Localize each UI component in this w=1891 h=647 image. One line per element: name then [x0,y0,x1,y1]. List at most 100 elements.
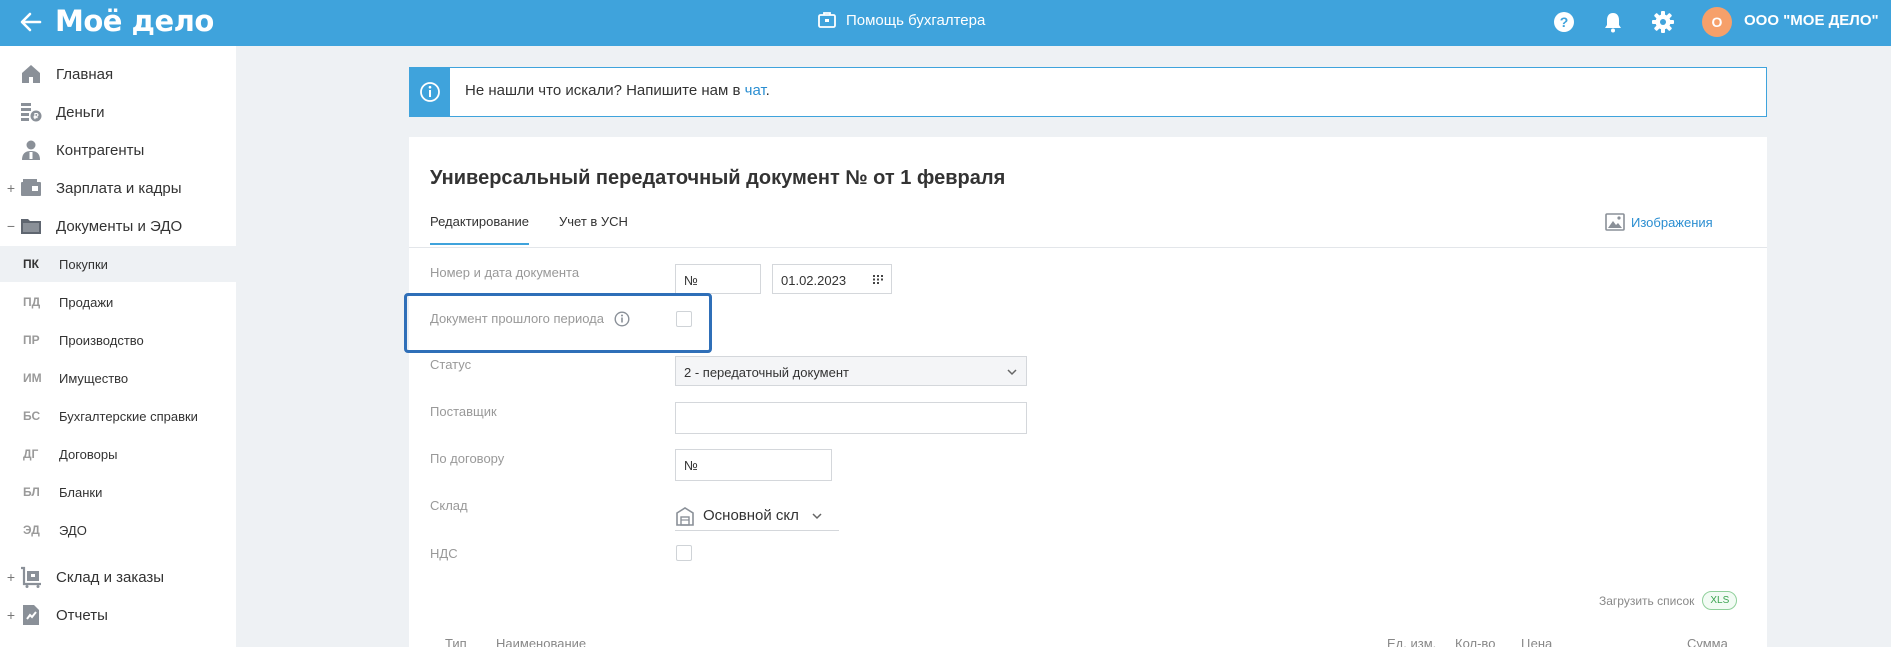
page-title: Универсальный передаточный документ № от… [430,167,1006,189]
chat-link[interactable]: чат [745,82,766,99]
banner-period: . [765,82,770,99]
collapse-icon[interactable]: − [5,218,17,234]
sidebar-item-label: Отчеты [56,606,108,624]
sub-item-label: Покупки [59,256,108,272]
contract-input[interactable]: № [675,449,832,481]
chevron-down-icon [1007,369,1017,376]
top-bar: Моё дело Помощь бухгалтера ? О ООО "МОЕ [0,0,1891,46]
sidebar: Главная ₽ Деньги Контрагенты + Зарплата … [0,46,236,647]
table-header-name: Наименование [496,636,587,647]
status-select-value: 2 - передаточный документ [684,365,849,380]
tabs-divider [409,247,1767,248]
chevron-down-icon [812,512,822,519]
folder-icon [21,219,41,234]
supplier-input[interactable] [675,402,1027,434]
contractor-icon [22,140,40,160]
banner-text: Не нашли что искали? Напишите нам в чат. [465,82,770,99]
accountant-help-label: Помощь бухгалтера [846,11,986,29]
upload-list-label: Загрузить список [1599,593,1695,608]
sidebar-item-label: Документы и ЭДО [56,217,183,235]
status-select[interactable]: 2 - передаточный документ [675,356,1027,386]
sidebar-item-salary[interactable]: + Зарплата и кадры [0,170,236,206]
tab-editing[interactable]: Редактирование [430,214,530,245]
table-header-price: Цена [1521,636,1553,647]
sidebar-item-label: Главная [56,65,114,83]
sidebar-subitem-sales[interactable]: ПД Продажи [0,284,236,320]
images-link-label: Изображения [1631,214,1713,230]
expand-icon[interactable]: + [5,180,17,196]
table-header-sum: Сумма [1687,636,1728,647]
sidebar-subitem-contracts[interactable]: ДГ Договоры [0,436,236,472]
sidebar-item-label: Контрагенты [56,141,145,159]
supplier-label: Поставщик [430,404,497,419]
back-arrow-icon[interactable] [18,9,44,35]
sidebar-item-documents[interactable]: − Документы и ЭДО [0,208,236,244]
bell-icon[interactable] [1601,10,1625,34]
images-link[interactable]: Изображения [1605,213,1713,231]
help-icon[interactable]: ? [1552,10,1576,34]
sidebar-item-money[interactable]: ₽ Деньги [0,94,236,130]
sub-item-label: Бухгалтерские справки [59,408,198,424]
warehouse-value: Основной скл [703,507,799,524]
sidebar-subitem-accounting-notes[interactable]: БС Бухгалтерские справки [0,398,236,434]
table-header-qty: Кол-во [1455,636,1496,647]
avatar[interactable]: О [1702,7,1732,37]
sidebar-item-label: Зарплата и кадры [56,179,182,197]
briefcase-icon [818,12,836,28]
svg-text:?: ? [1560,14,1569,30]
expand-icon[interactable]: + [5,569,17,585]
banner-message: Не нашли что искали? Напишите нам в [465,82,745,99]
sub-item-code: ЭД [23,523,40,537]
sidebar-item-warehouse-orders[interactable]: + Склад и заказы [0,559,236,595]
number-date-label: Номер и дата документа [430,265,580,280]
warehouse-label: Склад [430,498,468,513]
sub-item-label: Бланки [59,484,103,500]
highlight-frame [404,293,712,353]
sub-item-code: ИМ [23,371,42,385]
report-icon [23,605,39,625]
app-logo[interactable]: Моё дело [55,4,214,38]
warehouse-cart-icon [21,566,41,588]
upload-list-button[interactable]: Загрузить список XLS [1599,591,1738,610]
sidebar-item-home[interactable]: Главная [0,56,236,92]
sidebar-subitem-edo[interactable]: ЭД ЭДО [0,512,236,548]
warehouse-select[interactable]: Основной скл [675,501,839,531]
sub-item-label: ЭДО [59,522,87,538]
sub-item-code: ДГ [23,447,39,461]
sub-item-code: БЛ [23,485,40,499]
sub-item-code: ПК [23,257,39,271]
accountant-help-link[interactable]: Помощь бухгалтера [817,9,985,31]
document-card: Универсальный передаточный документ № от… [409,137,1767,647]
contract-label: По договору [430,451,505,466]
table-header-type: Тип [445,636,467,647]
document-number-input[interactable]: № [675,264,761,294]
calendar-icon[interactable] [873,275,883,284]
vat-label: НДС [430,546,458,561]
sidebar-subitem-forms[interactable]: БЛ Бланки [0,474,236,510]
sidebar-item-contractors[interactable]: Контрагенты [0,132,236,168]
sub-item-label: Договоры [59,446,118,462]
document-date-input[interactable]: 01.02.2023 [772,264,892,294]
sub-item-code: БС [23,409,41,423]
status-label: Статус [430,357,472,372]
info-icon [410,68,450,116]
table-header-unit: Ед. изм. [1387,636,1437,647]
sidebar-subitem-production[interactable]: ПР Производство [0,322,236,358]
warehouse-icon [676,506,694,526]
money-icon: ₽ [21,103,42,122]
sub-item-code: ПД [23,295,41,309]
sidebar-subitem-purchases[interactable]: ПК Покупки [0,246,236,282]
wallet-icon [21,179,41,196]
sub-item-label: Производство [59,332,144,348]
organization-name[interactable]: ООО "МОЕ ДЕЛО" [1744,12,1879,29]
tab-usn-accounting[interactable]: Учет в УСН [559,214,628,243]
vat-checkbox[interactable] [676,545,692,561]
expand-icon[interactable]: + [5,607,17,623]
sub-item-label: Продажи [59,294,114,310]
sidebar-item-reports[interactable]: + Отчеты [0,597,236,633]
document-date-value: 01.02.2023 [781,273,847,288]
gear-icon[interactable] [1651,10,1675,34]
sidebar-item-label: Склад и заказы [56,568,165,586]
sidebar-subitem-property[interactable]: ИМ Имущество [0,360,236,396]
xls-badge: XLS [1702,591,1738,610]
